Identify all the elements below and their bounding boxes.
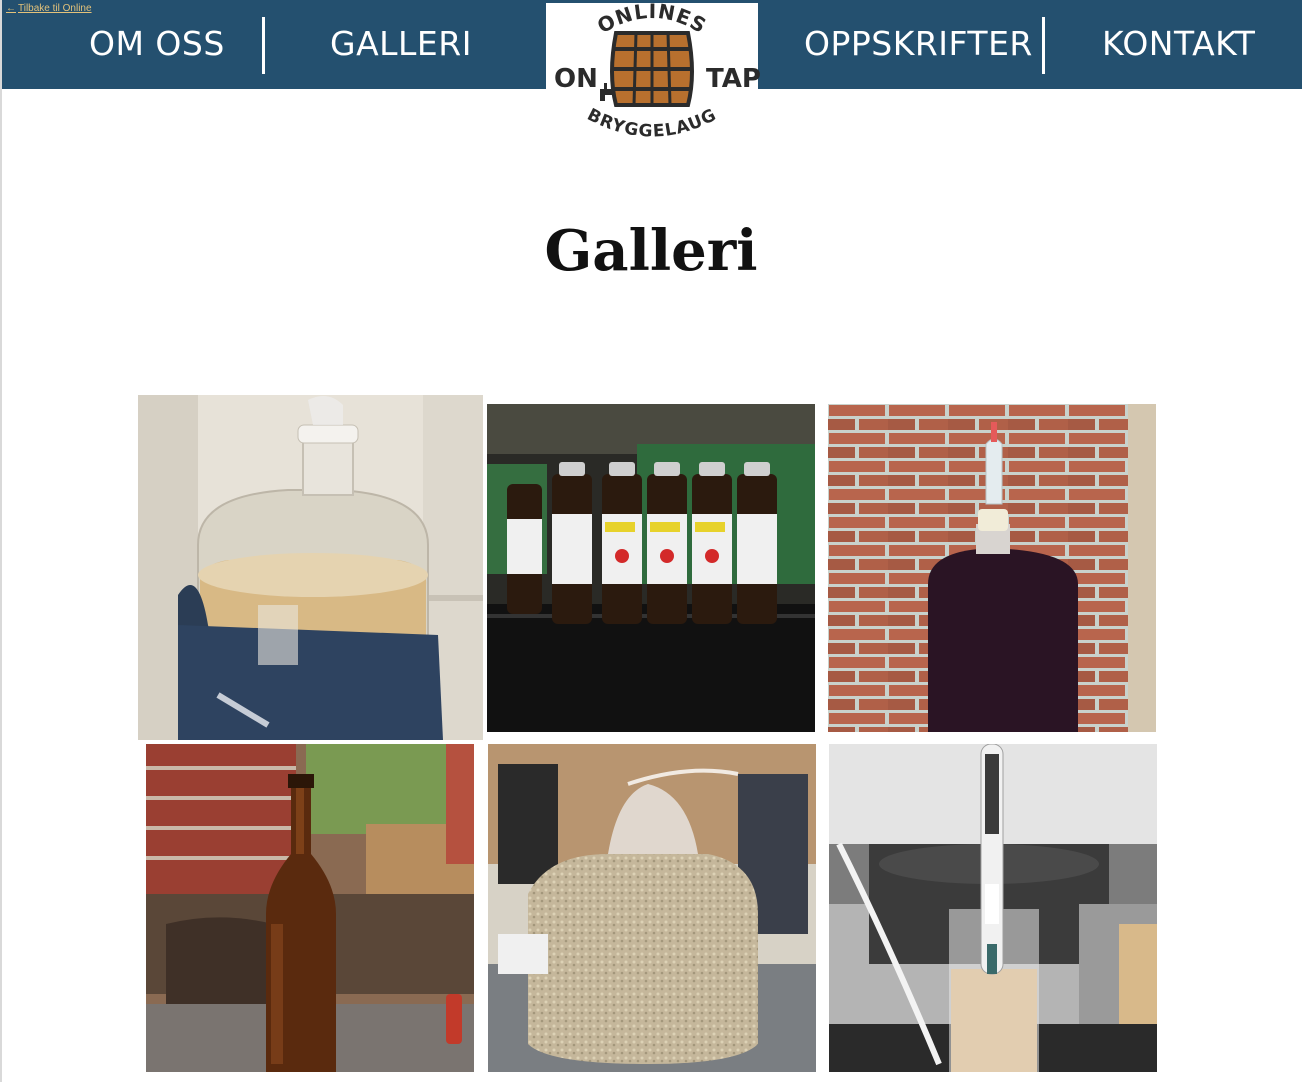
onlines-on-tap-logo[interactable]: ONLINES ON TAP BRYGGELAUG <box>546 0 761 163</box>
gallery-photo-malt-bag[interactable] <box>488 744 816 1072</box>
page-title: Galleri <box>544 218 758 284</box>
nav-item-galleri[interactable]: GALLERI <box>330 24 472 63</box>
gallery-photo-carboy[interactable] <box>138 395 483 740</box>
nav-item-oppskrifter[interactable]: OPPSKRIFTER <box>804 24 1033 63</box>
back-to-online-link[interactable]: ← Tilbake til Online <box>6 3 92 14</box>
nav-item-om-oss[interactable]: OM OSS <box>89 24 225 63</box>
back-arrow-icon: ← <box>6 3 16 14</box>
logo-right-text: TAP <box>706 64 761 94</box>
gallery-photo-dark-brew[interactable] <box>828 404 1156 732</box>
logo-left-text: ON <box>554 64 598 94</box>
gallery-photo-amber-bottle[interactable] <box>146 744 474 1072</box>
nav-divider <box>1042 17 1045 74</box>
nav-item-kontakt[interactable]: KONTAKT <box>1102 24 1255 63</box>
barrel-icon <box>610 31 694 107</box>
gallery-photo-hydrometer[interactable] <box>829 744 1157 1072</box>
nav-divider <box>262 17 265 74</box>
back-link-label: Tilbake til Online <box>18 3 92 14</box>
page-left-border <box>0 0 2 1082</box>
logo-bottom-text: BRYGGELAUG <box>584 105 720 142</box>
gallery-photo-bottles[interactable] <box>487 404 815 732</box>
